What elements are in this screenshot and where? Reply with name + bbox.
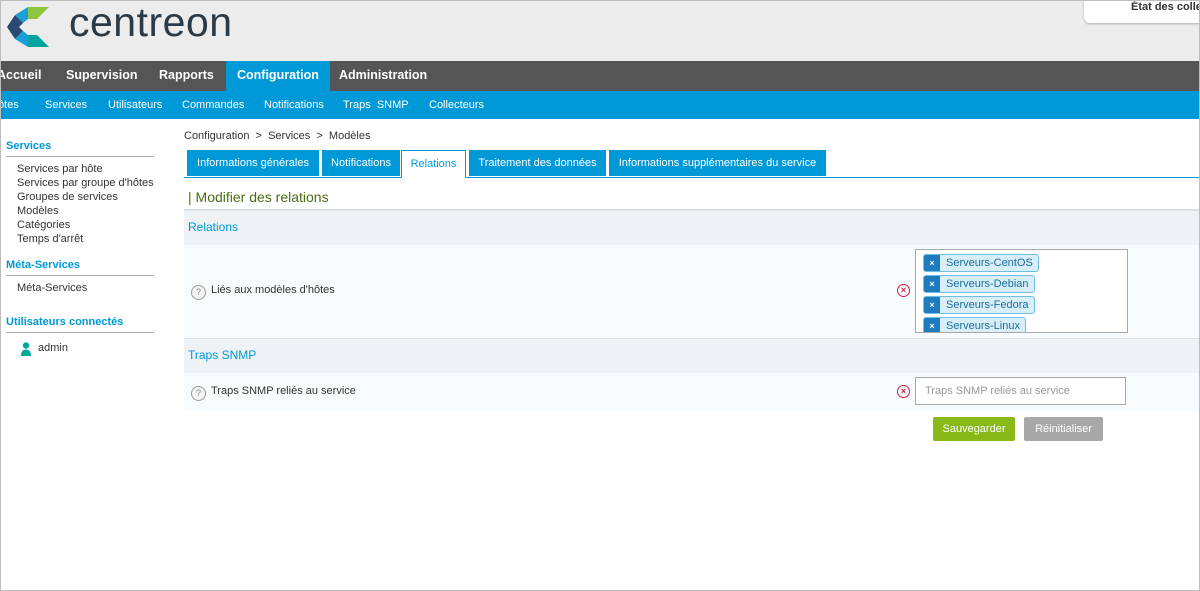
clear-selection-icon[interactable]: × (897, 385, 910, 398)
snmp-traps-input[interactable] (915, 377, 1126, 405)
sidebar-item-service-groups[interactable]: Groupes de services (17, 191, 118, 203)
sidebar-title-meta-services[interactable]: Méta-Services (6, 259, 80, 271)
submenu-notifications[interactable]: Notifications (264, 91, 324, 119)
tab-notifications[interactable]: Notifications (322, 150, 400, 176)
sidebar-item-templates[interactable]: Modèles (17, 205, 59, 217)
form-title: | Modifier des relations (188, 189, 329, 205)
chip-label: Serveurs-Fedora (946, 299, 1029, 311)
section-relations-header: Relations (184, 210, 1199, 246)
selected-template-chip: × Serveurs-Linux (923, 317, 1026, 332)
sidebar-item-services-by-hostgroup[interactable]: Services par groupe d'hôtes (17, 177, 154, 189)
user-icon (21, 342, 31, 356)
reset-button[interactable]: Réinitialiser (1024, 417, 1103, 441)
sidebar-item-downtimes[interactable]: Temps d'arrêt (17, 233, 83, 245)
save-button[interactable]: Sauvegarder (933, 417, 1015, 441)
sidebar-divider (6, 275, 154, 276)
submenu-services[interactable]: Services (45, 91, 87, 119)
snmp-traps-label: Traps SNMP reliés au service (211, 385, 356, 397)
chip-label: Serveurs-Linux (946, 320, 1020, 332)
selected-template-chip: × Serveurs-Fedora (923, 296, 1035, 314)
sidebar-divider (6, 156, 154, 157)
centreon-logo-icon[interactable] (5, 5, 51, 49)
sidebar: Services Services par hôte Services par … (1, 119, 161, 589)
breadcrumb[interactable]: Configuration > Services > Modèles (184, 130, 370, 142)
menu-reporting[interactable]: Rapports (159, 61, 214, 91)
host-templates-multiselect[interactable]: × Serveurs-CentOS × Serveurs-Debian × Se… (915, 249, 1128, 333)
menu-configuration[interactable]: Configuration (226, 61, 330, 91)
top-header: centreon État des colle (1, 1, 1199, 61)
submenu-commands[interactable]: Commandes (182, 91, 244, 119)
tab-relations[interactable]: Relations (401, 150, 466, 178)
section-title: Relations (188, 220, 239, 234)
submenu-pollers[interactable]: Collecteurs (429, 91, 484, 119)
menu-monitoring[interactable]: Supervision (66, 61, 138, 91)
chip-label: Serveurs-CentOS (946, 257, 1033, 269)
sidebar-item-user-admin[interactable]: admin (38, 342, 68, 354)
poller-status-label: État des colle (1131, 1, 1199, 13)
tab-data-processing[interactable]: Traitement des données (469, 150, 606, 176)
submenu-snmp-traps[interactable]: Traps SNMP (343, 91, 409, 119)
help-icon[interactable]: ? (191, 386, 206, 401)
tab-bar: Informations générales Notifications Rel… (184, 150, 1199, 178)
sidebar-item-services-by-host[interactable]: Services par hôte (17, 163, 103, 175)
section-title: Traps SNMP (188, 348, 257, 362)
selected-template-chip: × Serveurs-Debian (923, 275, 1035, 293)
menu-administration[interactable]: Administration (339, 61, 427, 91)
sidebar-item-categories[interactable]: Catégories (17, 219, 70, 231)
sub-menu: Hôtes Services Utilisateurs Commandes No… (1, 91, 1199, 119)
help-icon[interactable]: ? (191, 285, 206, 300)
sidebar-divider (6, 332, 154, 333)
logo-text: centreon (69, 1, 233, 45)
linked-host-templates-label: Liés aux modèles d'hôtes (211, 284, 335, 296)
selected-template-chip: × Serveurs-CentOS (923, 254, 1039, 272)
section-snmp-traps-header: Traps SNMP (184, 338, 1199, 374)
submenu-hosts[interactable]: Hôtes (1, 91, 19, 119)
chip-label: Serveurs-Debian (946, 278, 1029, 290)
submenu-users[interactable]: Utilisateurs (108, 91, 162, 119)
main-menu: Accueil Supervision Rapports Configurati… (1, 61, 1199, 91)
tab-general-info[interactable]: Informations générales (187, 150, 319, 176)
menu-home[interactable]: Accueil (1, 61, 41, 91)
app-window: centreon État des colle Accueil Supervis… (0, 0, 1200, 591)
clear-selection-icon[interactable]: × (897, 284, 910, 297)
sidebar-item-meta-services[interactable]: Méta-Services (17, 282, 87, 294)
tab-extended-info[interactable]: Informations supplémentaires du service (609, 150, 826, 176)
sidebar-title-connected-users: Utilisateurs connectés (6, 316, 124, 328)
sidebar-title-services[interactable]: Services (6, 140, 51, 152)
